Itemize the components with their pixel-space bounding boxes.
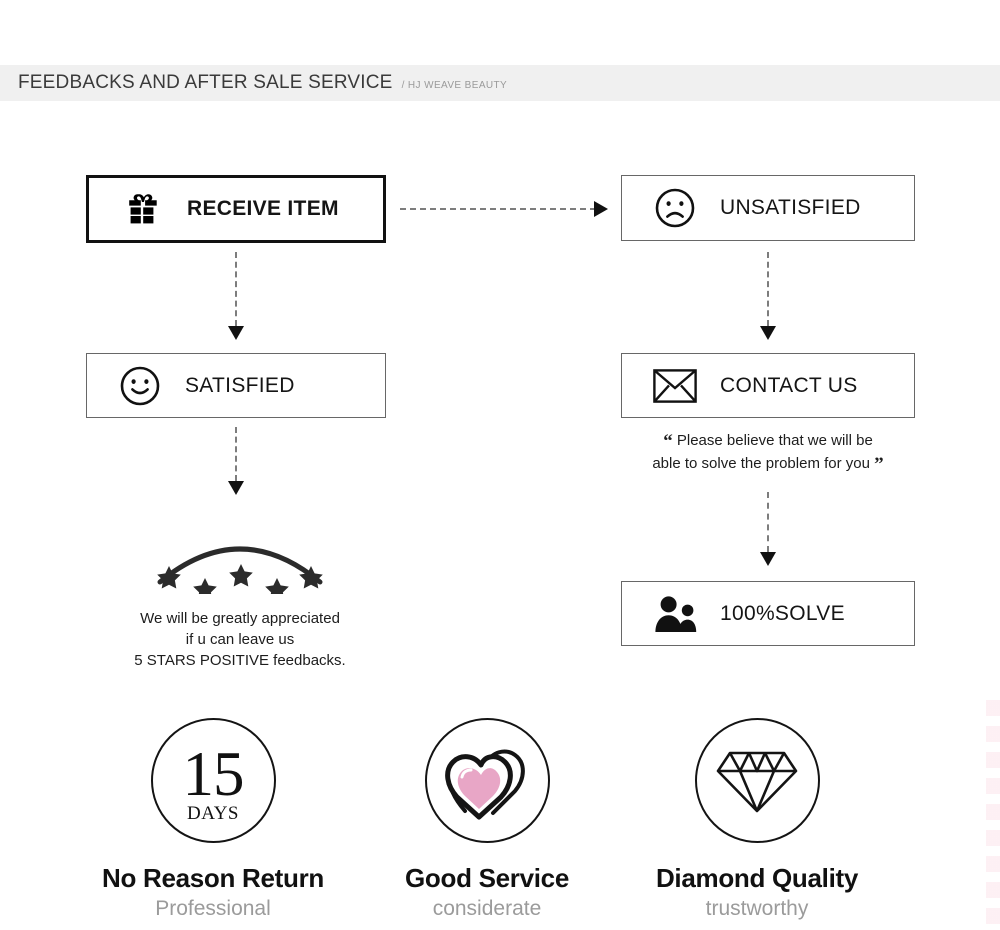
quote-text-line-1: Please believe that we will be xyxy=(676,432,873,449)
days-number: 15 xyxy=(182,738,245,809)
flow-box-label: RECEIVE ITEM xyxy=(187,197,339,220)
badge-title: Good Service xyxy=(404,863,570,893)
smile-face-icon xyxy=(111,365,169,407)
flow-box-label: SATISFIED xyxy=(185,373,295,397)
flow-box-unsatisfied[interactable]: UNSATISFIED xyxy=(621,175,915,241)
flow-box-satisfied[interactable]: SATISFIED xyxy=(86,353,386,418)
badge-subtitle: trustworthy xyxy=(705,897,809,920)
gift-icon xyxy=(113,191,171,227)
badge-diamond-quality: Diamond Quality trustworthy xyxy=(632,718,882,921)
flow-box-label: 100%SOLVE xyxy=(720,601,845,625)
contact-reassurance-quote: “ Please believe that we will be able to… xyxy=(621,430,915,476)
badge-subtitle: Professional xyxy=(155,897,271,920)
badge-subtitle: considerate xyxy=(432,897,542,920)
badge-no-reason-return: 15 DAYS No Reason Return Professional xyxy=(88,718,338,921)
arrow-contact-to-solve xyxy=(760,492,776,566)
two-people-icon xyxy=(646,595,704,633)
fifteen-days-icon: 15 DAYS xyxy=(150,718,276,843)
feedback-line-1: We will be greatly appreciated xyxy=(140,610,340,627)
page-title: FEEDBACKS AND AFTER SALE SERVICE xyxy=(18,72,393,93)
quote-close-mark: ” xyxy=(874,454,884,475)
quote-text-line-2: able to solve the problem for you xyxy=(652,455,870,472)
diamond-icon xyxy=(694,718,820,843)
section-header-band: FEEDBACKS AND AFTER SALE SERVICE / HJ WE… xyxy=(0,65,1000,101)
badge-good-service: Good Service considerate xyxy=(362,718,612,921)
quote-open-mark: “ xyxy=(663,431,673,452)
sad-face-icon xyxy=(646,187,704,229)
feedback-line-2: if u can leave us xyxy=(185,631,295,648)
flow-box-contact-us[interactable]: CONTACT US xyxy=(621,353,915,418)
flow-box-label: CONTACT US xyxy=(720,373,858,397)
badge-title: No Reason Return xyxy=(101,863,324,893)
flow-box-receive-item[interactable]: RECEIVE ITEM xyxy=(86,175,386,243)
arrow-satisfied-to-stars xyxy=(228,427,244,495)
badge-title: Diamond Quality xyxy=(655,863,859,893)
quote-line-2: able to solve the problem for you ” xyxy=(621,453,915,476)
arrow-receive-to-unsatisfied xyxy=(400,201,612,217)
feedback-line-3: 5 STARS POSITIVE feedbacks. xyxy=(134,652,346,669)
envelope-icon xyxy=(646,368,704,403)
quote-line-1: “ Please believe that we will be xyxy=(621,430,915,453)
five-stars-arc-graphic xyxy=(150,516,330,601)
flow-box-label: UNSATISFIED xyxy=(720,196,861,219)
arrow-receive-to-satisfied xyxy=(228,252,244,340)
flow-box-100-percent-solve[interactable]: 100%SOLVE xyxy=(621,581,915,646)
right-edge-pink-strip xyxy=(986,700,1000,930)
heart-icon xyxy=(424,718,550,843)
feedback-request-text: We will be greatly appreciated if u can … xyxy=(90,608,390,671)
days-unit-label: DAYS xyxy=(187,802,239,824)
arrow-unsatisfied-to-contact xyxy=(760,252,776,340)
brand-subtitle: / HJ WEAVE BEAUTY xyxy=(401,79,508,91)
